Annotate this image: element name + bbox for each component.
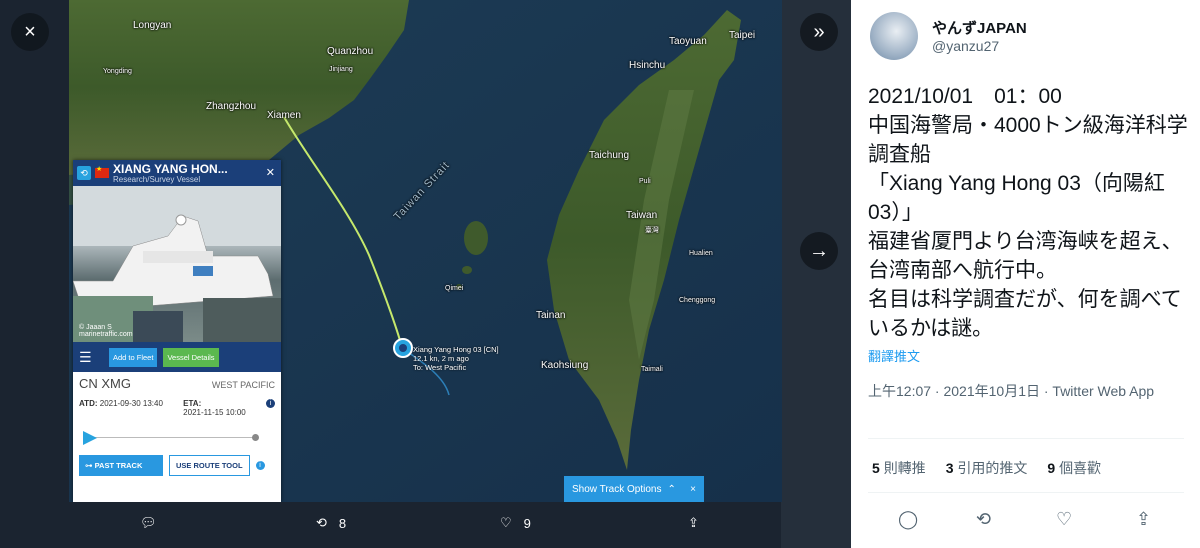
map-label-hualien: Hualien	[689, 250, 713, 257]
avatar[interactable]	[870, 12, 918, 60]
heart-icon: ♡	[500, 515, 512, 530]
eta-block: ETA: 2021-11-15 10:00	[183, 399, 246, 417]
vessel-photo: © Jaaan S marinetraffic.com	[73, 186, 281, 342]
like-count: 9	[1047, 460, 1056, 476]
vessel-name: XIANG YANG HON...	[113, 161, 228, 176]
user-handle[interactable]: @yanzu27	[932, 38, 999, 54]
ship-label-name: Xiang Yang Hong 03 [CN]	[413, 345, 499, 354]
use-route-tool-button[interactable]: USE ROUTE TOOL	[169, 455, 250, 476]
marine-map[interactable]: Longyan Yongding Quanzhou Jinjiang Zhang…	[69, 0, 782, 502]
atd-value: 2021-09-30 13:40	[99, 399, 163, 408]
share-icon[interactable]: ⇪	[1136, 509, 1151, 530]
chevron-up-icon: ⌃	[667, 483, 676, 495]
map-label-taiwan-cn: 臺灣	[645, 227, 659, 234]
map-label-yongding: Yongding	[103, 68, 132, 75]
ship-label[interactable]: Xiang Yang Hong 03 [CN] 12.1 kn, 2 m ago…	[413, 345, 499, 372]
vessel-details-button[interactable]: Vessel Details	[163, 347, 219, 367]
route-info-icon[interactable]: i	[255, 461, 265, 470]
map-label-chenggong: Chenggong	[679, 297, 716, 304]
background-timeline	[781, 0, 851, 548]
marinetraffic-logo-icon: ⟲	[77, 166, 91, 180]
tweet-panel: やんずJAPAN @yanzu27 2021/10/01 01：00 中国海警局…	[851, 0, 1200, 548]
viewer-share-button[interactable]: ⇪	[688, 515, 699, 531]
display-name[interactable]: やんずJAPAN	[932, 17, 1027, 38]
track-options-close-icon[interactable]: ×	[690, 484, 696, 495]
map-label-hsinchu: Hsinchu	[629, 60, 666, 71]
voyage-progress-line	[91, 437, 257, 438]
menu-icon[interactable]: ☰	[79, 349, 103, 366]
close-viewer-button[interactable]: ×	[11, 13, 49, 51]
retweet-icon[interactable]: ⟲	[976, 509, 991, 530]
map-label-quanzhou: Quanzhou	[327, 46, 374, 57]
map-label-taiwan: Taiwan	[626, 210, 658, 221]
show-track-options-label: Show Track Options	[572, 483, 662, 495]
tweet-stats: 5 則轉推 3 引用的推文 9 個喜歡	[872, 458, 1101, 478]
vessel-type: Research/Survey Vessel	[113, 174, 201, 184]
china-flag-icon	[95, 165, 109, 178]
show-track-options-bar[interactable]: Show Track Options ⌃ ×	[564, 476, 704, 502]
vessel-card-header: ⟲ XIANG YANG HON... Research/Survey Vess…	[73, 160, 281, 186]
photo-credit: © Jaaan S marinetraffic.com	[79, 324, 133, 338]
quote-label: 引用的推文	[957, 460, 1028, 476]
atd-label: ATD:	[79, 399, 98, 408]
vessel-info-card: ⟲ XIANG YANG HON... Research/Survey Vess…	[73, 160, 281, 502]
map-label-longyan: Longyan	[133, 20, 172, 31]
reply-icon: 💬︎	[140, 515, 157, 530]
tweet-timestamp[interactable]: 上午12:07 · 2021年10月1日 · Twitter Web App	[868, 381, 1186, 402]
past-track-label: PAST TRACK	[94, 461, 143, 470]
divider	[868, 492, 1184, 493]
map-label-taichung: Taichung	[589, 150, 630, 161]
voyage-progress	[83, 431, 271, 445]
map-label-xiamen: Xiamen	[267, 110, 301, 121]
quote-count: 3	[945, 460, 954, 476]
play-triangle-icon	[83, 431, 97, 445]
heart-icon[interactable]: ♡	[1056, 509, 1072, 530]
vessel-photo-graphic	[73, 186, 281, 342]
map-label-kaohsiung: Kaohsiung	[541, 360, 589, 371]
translate-tweet-link[interactable]: 翻譯推文	[868, 346, 920, 365]
collapse-panel-button[interactable]: »	[800, 13, 838, 51]
share-icon: ⇪	[688, 515, 699, 530]
viewer-action-bar: 💬︎ ⟲ 8 ♡ 9 ⇪	[0, 506, 851, 548]
retweet-stat[interactable]: 5 則轉推	[872, 458, 926, 478]
atd-block: ATD: 2021-09-30 13:40	[79, 399, 163, 417]
map-label-zhangzhou: Zhangzhou	[206, 101, 257, 112]
eta-label: ETA:	[183, 399, 202, 408]
add-to-fleet-button[interactable]: Add to Fleet	[109, 347, 158, 367]
vessel-area: WEST PACIFIC	[211, 380, 275, 390]
destination-dot	[252, 434, 259, 441]
vessel-destination-code: CN XMG	[79, 376, 131, 391]
map-label-puli: Puli	[639, 178, 651, 185]
eta-info-icon[interactable]: i	[266, 399, 275, 408]
like-label: 個喜歡	[1059, 460, 1102, 476]
map-label-jinjiang: Jinjiang	[329, 66, 353, 73]
past-track-button[interactable]: ⊶ PAST TRACK	[79, 455, 163, 476]
viewer-like-count: 9	[523, 515, 531, 531]
ship-label-speed: 12.1 kn, 2 m ago	[413, 354, 469, 363]
map-label-taimali: Taimali	[641, 366, 663, 373]
map-label-taipei: Taipei	[729, 30, 756, 41]
vessel-card-close-icon[interactable]: ✕	[266, 166, 275, 179]
viewer-like-button[interactable]: ♡ 9	[500, 515, 531, 531]
viewer-retweet-button[interactable]: ⟲ 8	[316, 515, 346, 531]
map-label-tainan: Tainan	[536, 310, 566, 321]
retweet-count: 5	[872, 460, 880, 476]
map-label-taoyuan: Taoyuan	[669, 36, 707, 47]
eta-value: 2021-11-15 10:00	[183, 408, 246, 417]
vessel-voyage-info: CN XMG WEST PACIFIC ATD: 2021-09-30 13:4…	[73, 372, 281, 480]
media-viewer: Longyan Yongding Quanzhou Jinjiang Zhang…	[0, 0, 851, 548]
vessel-toolbar: ☰ Add to Fleet Vessel Details	[73, 342, 281, 372]
reply-icon[interactable]: ◯	[898, 509, 918, 530]
retweet-label: 則轉推	[883, 460, 926, 476]
ship-label-destination: To: West Pacific	[413, 363, 467, 372]
like-stat[interactable]: 9 個喜歡	[1047, 458, 1101, 478]
viewer-reply-button[interactable]: 💬︎	[140, 515, 157, 531]
map-label-qimei: Qimei	[445, 285, 464, 292]
retweet-icon: ⟲	[316, 515, 327, 530]
tweet-text: 2021/10/01 01：00 中国海警局・4000トン級海洋科学調査船 「X…	[868, 85, 1188, 340]
viewer-retweet-count: 8	[338, 515, 347, 531]
next-image-button[interactable]: →	[800, 232, 838, 270]
divider	[868, 438, 1184, 439]
quote-stat[interactable]: 3 引用的推文	[946, 458, 1028, 478]
